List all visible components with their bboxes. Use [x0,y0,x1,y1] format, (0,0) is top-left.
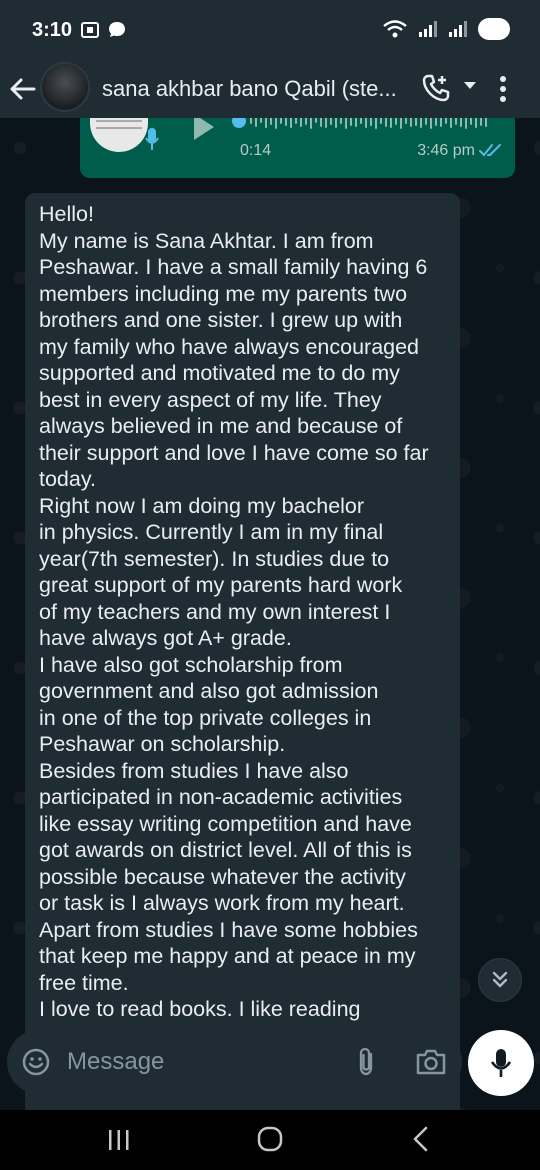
message-line: I love to read books. I like reading [39,997,361,1021]
message-line: year(7th semester). In studies due to [39,546,390,571]
notification-icons [80,20,126,40]
message-line: Hello! [39,202,94,226]
system-icons [382,18,510,40]
voice-message-bubble[interactable]: 0:14 3:46 pm [80,118,515,178]
avatar[interactable] [40,62,90,112]
message-line: Peshawar. I have a small family having 6 [39,255,428,279]
message-line: great support of my parents hard work [39,573,403,597]
voice-sender-avatar [90,118,148,152]
phone-icon[interactable] [420,72,452,104]
voice-waveform[interactable] [250,118,495,130]
screenshot-icon [81,22,99,38]
home-icon[interactable] [257,1126,283,1152]
signal-icon-2 [449,21,467,37]
message-line: have always got A+ grade. [39,626,292,650]
system-nav-bar [0,1110,540,1170]
microphone-icon [145,128,159,150]
more-vertical-icon[interactable] [498,74,508,104]
signal-icon-1 [419,21,437,37]
message-line: Right now I am doing my bachelor [39,493,365,518]
status-time: 3:10 [32,19,73,41]
message-line: in one of the top private colleges in [39,705,372,730]
message-line: that keep me happy and at peace in my [39,944,416,968]
message-line: got awards on district level. All of thi… [39,838,412,862]
message-line: my family who have always encouraged [39,334,420,359]
message-line: government and also got admission [39,679,379,703]
message-line: possible because whatever the activity [39,864,406,889]
microphone-icon [490,1049,512,1077]
message-text: Hello! My name is Sana Akhtar. I am from P… [39,201,446,1023]
message-line: members including me my parents two [39,281,408,306]
message-line: free time. [39,970,129,995]
status-bar: 3:10 [0,0,540,60]
chat-area[interactable]: 0:14 3:46 pm Hello! My name is Sana Akhta… [0,118,540,1110]
message-input[interactable] [67,1046,337,1078]
message-line: brothers and one sister. I grew up with [39,308,403,332]
message-line: Besides from studies I have also [39,758,349,783]
recent-apps-icon[interactable] [106,1128,132,1152]
chevron-down-icon[interactable] [462,80,478,92]
message-line: of my teachers and my own interest I [39,599,391,624]
chat-header: sana akhbar bano Qabil (ste... [0,60,540,118]
nav-back-icon[interactable] [410,1126,432,1152]
message-line: always believed in me and because of [39,414,403,438]
message-line: My name is Sana Akhtar. I am from [39,228,374,253]
arrow-left-icon[interactable] [8,74,38,104]
voice-duration: 0:14 [240,142,272,159]
double-check-icon [479,144,501,157]
message-line: like essay writing competition and have [39,811,412,836]
play-icon[interactable] [188,118,218,142]
message-line: best in every aspect of my life. They [39,387,382,412]
message-line: or task is I always work from my heart. [39,891,405,915]
message-line: Apart from studies I have some hobbies [39,917,418,942]
message-line: supported and motivated me to do my [39,361,400,385]
contact-name[interactable]: sana akhbar bano Qabil (ste... [102,76,417,102]
scroll-to-bottom-button[interactable] [478,958,522,1002]
incoming-message-bubble[interactable]: Hello! My name is Sana Akhtar. I am from P… [25,193,460,1110]
message-composer [7,1030,462,1094]
message-line: today. [39,467,96,491]
battery-icon [478,18,510,40]
double-chevron-down-icon [492,971,508,988]
message-time: 3:46 pm [417,142,475,159]
camera-icon[interactable] [415,1048,447,1076]
chat-bubble-icon [109,22,125,37]
message-line: participated in non-academic activities [39,785,403,809]
message-line: I have also got scholarship from [39,652,343,677]
message-line: in physics. Currently I am in my final [39,520,384,544]
emoji-icon[interactable] [21,1047,51,1077]
wifi-icon [383,20,407,38]
message-line: their support and love I have come so fa… [39,440,429,465]
playback-scrubber[interactable] [232,118,246,128]
message-line: Peshawar on scholarship. [39,732,286,756]
paperclip-icon[interactable] [355,1046,377,1078]
voice-record-button[interactable] [468,1030,534,1096]
